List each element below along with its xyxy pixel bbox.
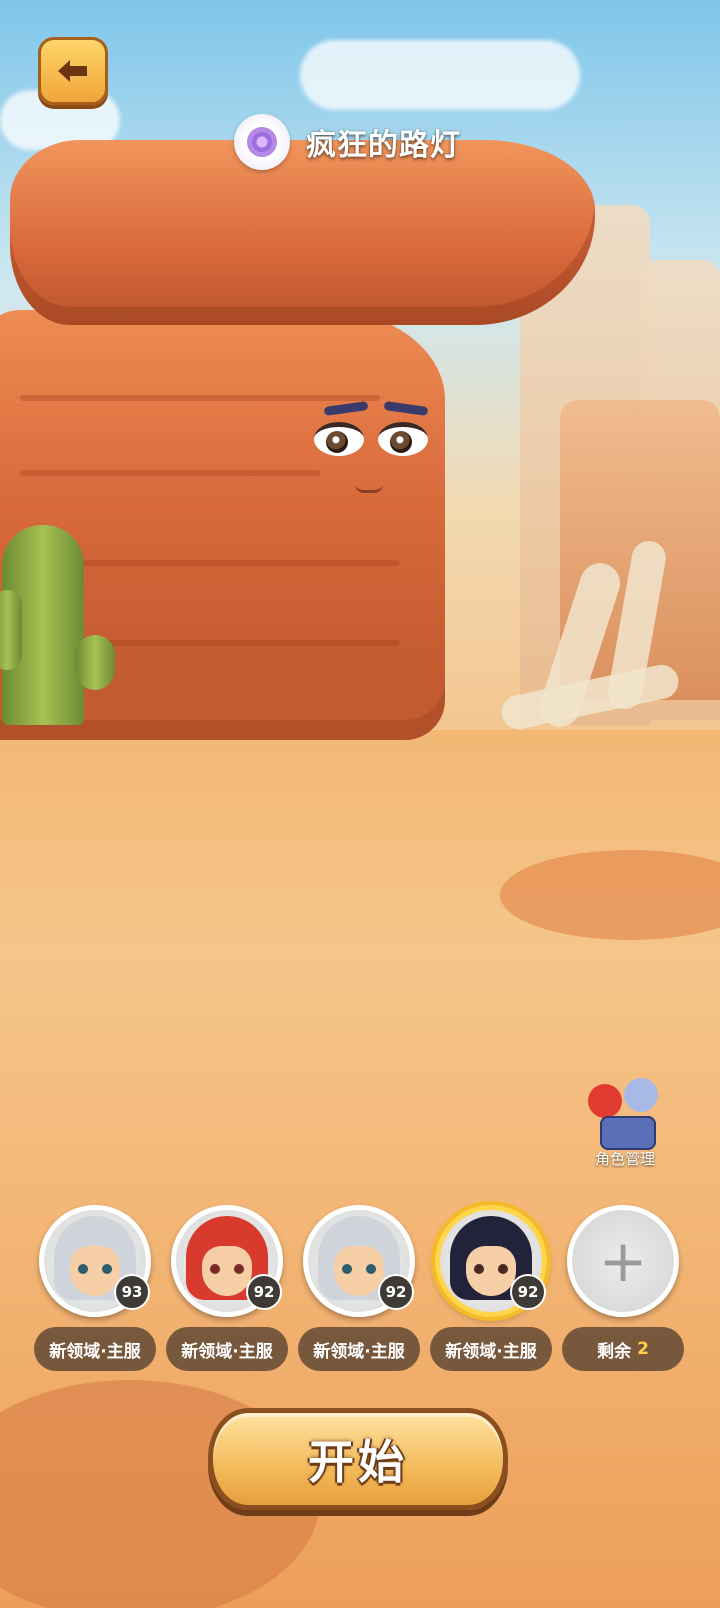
character-slot[interactable]: 93 新领域·主服 — [34, 1205, 156, 1371]
remaining-text: 剩余 — [597, 1341, 632, 1362]
character-avatar[interactable]: 92 — [303, 1205, 415, 1317]
character-management-icon — [586, 1078, 664, 1150]
server-label: 新领域·主服 — [430, 1327, 552, 1371]
character-slots: 93 新领域·主服 92 新领域·主服 92 新领域·主服 92 新领域·主服 … — [34, 1205, 684, 1371]
back-button[interactable] — [38, 37, 108, 105]
cactus-arm — [0, 590, 22, 670]
character-avatar[interactable]: 93 — [39, 1205, 151, 1317]
character-slot[interactable]: 92 新领域·主服 — [298, 1205, 420, 1371]
map-title: 疯狂的路灯 — [234, 114, 461, 170]
remaining-count: 2 — [637, 1339, 649, 1359]
cloud — [300, 40, 580, 110]
server-label: 新领域·主服 — [166, 1327, 288, 1371]
character-slot[interactable]: 92 新领域·主服 — [166, 1205, 288, 1371]
level-badge: 92 — [246, 1274, 282, 1310]
level-badge: 92 — [378, 1274, 414, 1310]
map-title-text: 疯狂的路灯 — [306, 128, 461, 163]
back-arrow-icon — [58, 60, 87, 82]
rock-layer-line — [40, 560, 400, 566]
character-avatar[interactable]: 92 — [171, 1205, 283, 1317]
server-label: 新领域·主服 — [298, 1327, 420, 1371]
purple-orb-icon — [234, 114, 290, 170]
server-label: 新领域·主服 — [34, 1327, 156, 1371]
character-management-label: 角色管理 — [594, 1150, 655, 1168]
cactus-arm — [75, 635, 115, 690]
rock-layer-line — [20, 395, 380, 401]
plus-icon: + — [598, 1227, 648, 1295]
character-management-button[interactable]: 角色管理 — [580, 1078, 670, 1169]
remaining-slots-label: 剩余 2 — [562, 1327, 684, 1371]
add-character-button[interactable]: + — [567, 1205, 679, 1317]
level-badge: 93 — [114, 1274, 150, 1310]
start-button[interactable]: 开始 — [208, 1408, 508, 1510]
character-slot-selected[interactable]: 92 新领域·主服 — [430, 1205, 552, 1371]
rock-layer-line — [20, 470, 320, 476]
rock-eye — [378, 422, 428, 456]
add-character-slot[interactable]: + 剩余 2 — [562, 1205, 684, 1371]
rock-eye — [314, 422, 364, 456]
start-button-label: 开始 — [308, 1435, 408, 1489]
character-avatar[interactable]: 92 — [435, 1205, 547, 1317]
level-badge: 92 — [510, 1274, 546, 1310]
